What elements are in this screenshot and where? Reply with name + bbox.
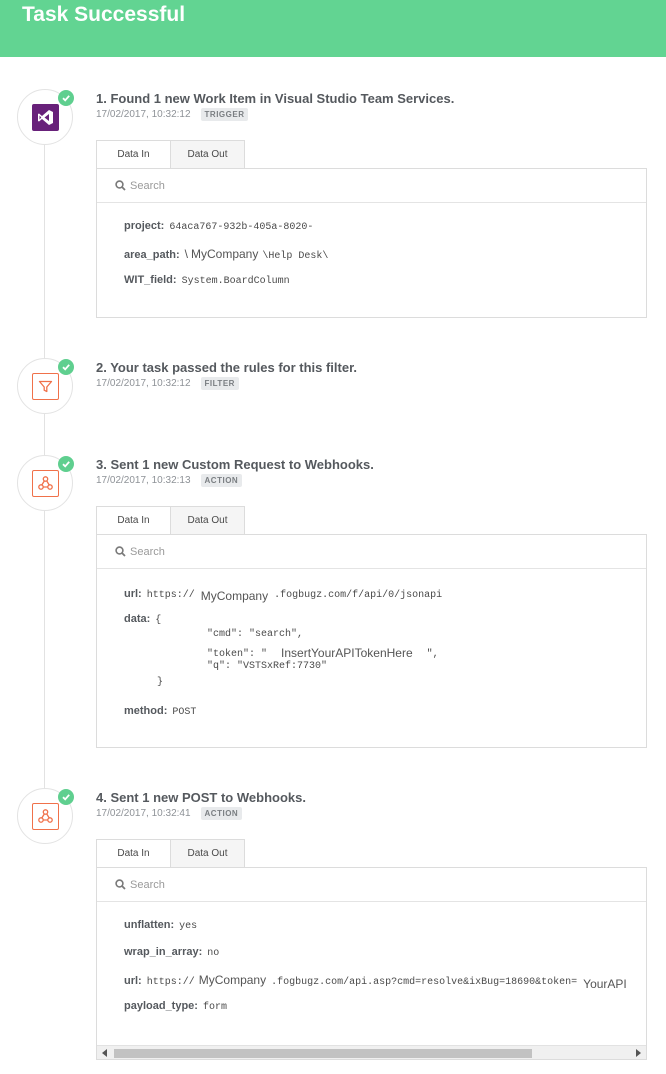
trigger-badge: TRIGGER bbox=[200, 108, 249, 121]
field-payload-type: payload_type: form bbox=[124, 1000, 227, 1013]
data-panel: project: 64aca767-932b-405a-8020- area_p… bbox=[96, 168, 647, 318]
json-close-brace: } bbox=[157, 677, 164, 688]
field-key: payload_type: bbox=[124, 1000, 198, 1012]
step-meta: 17/02/2017, 10:32:13 ACTION bbox=[96, 474, 243, 487]
field-wit: WIT_field: System.BoardColumn bbox=[124, 274, 290, 287]
field-value: 64aca767-932b-405a-8020- bbox=[169, 222, 314, 233]
search-icon bbox=[115, 180, 126, 191]
tab-data-in[interactable]: Data In bbox=[96, 140, 171, 168]
redacted-text: MyCompany bbox=[190, 247, 259, 261]
field-unflatten: unflatten: yes bbox=[124, 919, 197, 932]
field-key: url: bbox=[124, 975, 142, 987]
data-panel: url: https:// MyCompany .fogbugz.com/f/a… bbox=[96, 534, 647, 748]
field-value: .fogbugz.com/api.asp?cmd=resolve&ixBug=1… bbox=[271, 977, 578, 988]
step-meta: 17/02/2017, 10:32:41 ACTION bbox=[96, 807, 243, 820]
field-value: \Help Desk\ bbox=[262, 251, 329, 262]
field-value: no bbox=[207, 948, 220, 959]
page-title: Task Successful bbox=[22, 3, 186, 26]
search-input[interactable] bbox=[130, 876, 610, 894]
field-value: .fogbugz.com/f/api/0/jsonapi bbox=[274, 590, 443, 601]
search-icon bbox=[115, 546, 126, 557]
step-title: 1. Found 1 new Work Item in Visual Studi… bbox=[96, 91, 455, 106]
search-input[interactable] bbox=[130, 177, 610, 195]
field-wrap-in-array: wrap_in_array: no bbox=[124, 946, 219, 959]
search-row bbox=[97, 868, 646, 902]
field-area-path: area_path: \ MyCompany \Help Desk\ bbox=[124, 247, 328, 262]
action-badge: ACTION bbox=[200, 474, 243, 487]
search-row bbox=[97, 169, 646, 203]
tab-data-out[interactable]: Data Out bbox=[171, 506, 245, 534]
field-value-prefix: https:// bbox=[146, 590, 195, 601]
tab-data-out[interactable]: Data Out bbox=[171, 140, 245, 168]
step-title: 4. Sent 1 new POST to Webhooks. bbox=[96, 790, 306, 805]
webhook-icon bbox=[32, 803, 59, 830]
search-icon bbox=[115, 879, 126, 890]
tab-data-out[interactable]: Data Out bbox=[171, 839, 245, 867]
check-icon bbox=[58, 789, 74, 805]
json-token-key: "token": " bbox=[207, 649, 268, 660]
visual-studio-icon bbox=[32, 104, 59, 131]
json-line-token: "token": " InsertYourAPITokenHere ", bbox=[207, 645, 439, 660]
field-url: url: https:// MyCompany .fogbugz.com/api… bbox=[124, 973, 627, 991]
step-timestamp: 17/02/2017, 10:32:13 bbox=[96, 475, 191, 486]
field-value-prefix: \ bbox=[184, 247, 188, 261]
tab-bar: Data In Data Out bbox=[96, 140, 245, 168]
action-badge: ACTION bbox=[200, 807, 243, 820]
json-line-q: "q": "VSTSxRef:7730" bbox=[207, 661, 328, 672]
redacted-text: MyCompany bbox=[198, 973, 267, 987]
field-method: method: POST bbox=[124, 705, 196, 718]
search-input[interactable] bbox=[130, 543, 610, 561]
field-key: data: bbox=[124, 613, 151, 625]
field-value: POST bbox=[172, 707, 197, 718]
field-key: WIT_field: bbox=[124, 274, 177, 286]
field-key: url: bbox=[124, 588, 142, 600]
json-token-end: ", bbox=[426, 649, 439, 660]
header-bar: Task Successful bbox=[0, 0, 666, 57]
redacted-text: MyCompany bbox=[200, 589, 269, 603]
step-title: 2. Your task passed the rules for this f… bbox=[96, 360, 358, 375]
field-value-prefix: https:// bbox=[146, 977, 195, 988]
tab-data-in[interactable]: Data In bbox=[96, 839, 171, 867]
field-value: System.BoardColumn bbox=[181, 276, 290, 287]
json-line-cmd: "cmd": "search", bbox=[207, 629, 304, 640]
field-key: area_path: bbox=[124, 249, 180, 261]
field-value: yes bbox=[179, 921, 198, 932]
step-meta: 17/02/2017, 10:32:12 TRIGGER bbox=[96, 108, 249, 121]
tab-data-in[interactable]: Data In bbox=[96, 506, 171, 534]
step-timestamp: 17/02/2017, 10:32:41 bbox=[96, 808, 191, 819]
tab-bar: Data In Data Out bbox=[96, 506, 245, 534]
field-key: project: bbox=[124, 220, 165, 232]
tab-bar: Data In Data Out bbox=[96, 839, 245, 867]
field-data: data: { bbox=[124, 613, 161, 626]
scroll-left-icon[interactable] bbox=[102, 1049, 107, 1057]
scroll-right-icon[interactable] bbox=[636, 1049, 641, 1057]
redacted-token: YourAPI bbox=[583, 977, 627, 991]
json-open-brace: { bbox=[155, 615, 162, 626]
scrollbar-thumb[interactable] bbox=[114, 1049, 532, 1058]
field-key: method: bbox=[124, 705, 168, 717]
field-url: url: https:// MyCompany .fogbugz.com/f/a… bbox=[124, 586, 443, 603]
horizontal-scrollbar[interactable] bbox=[97, 1045, 646, 1059]
filter-icon bbox=[32, 373, 59, 400]
check-icon bbox=[58, 359, 74, 375]
step-timestamp: 17/02/2017, 10:32:12 bbox=[96, 109, 191, 120]
data-panel: unflatten: yes wrap_in_array: no url: ht… bbox=[96, 867, 647, 1060]
field-key: unflatten: bbox=[124, 919, 175, 931]
webhook-icon bbox=[32, 470, 59, 497]
step-title: 3. Sent 1 new Custom Request to Webhooks… bbox=[96, 457, 374, 472]
redacted-token: InsertYourAPITokenHere bbox=[281, 646, 413, 660]
check-icon bbox=[58, 456, 74, 472]
search-row bbox=[97, 535, 646, 569]
field-key: wrap_in_array: bbox=[124, 946, 203, 958]
field-project: project: 64aca767-932b-405a-8020- bbox=[124, 220, 313, 233]
filter-badge: FILTER bbox=[200, 377, 239, 390]
step-meta: 17/02/2017, 10:32:12 FILTER bbox=[96, 377, 239, 390]
step-timestamp: 17/02/2017, 10:32:12 bbox=[96, 378, 191, 389]
field-value: form bbox=[202, 1002, 227, 1013]
check-icon bbox=[58, 90, 74, 106]
